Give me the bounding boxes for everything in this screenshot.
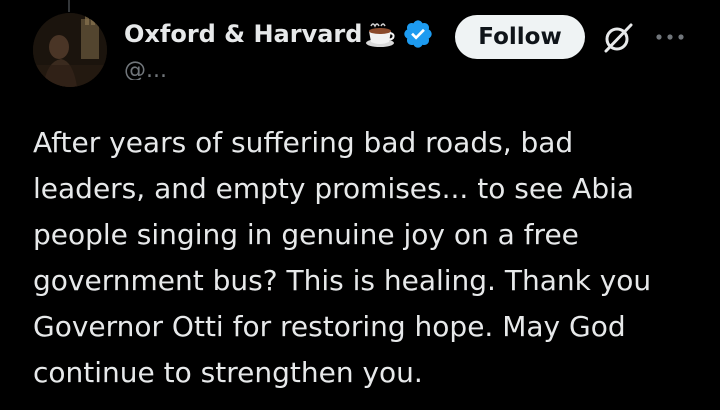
post-text-line: continue to strengthen you. [33, 356, 423, 389]
post-text-line: government bus? This is healing. Thank y… [33, 264, 652, 297]
more-options-icon[interactable] [652, 26, 688, 48]
coffee-cup-icon [366, 23, 396, 47]
avatar-image [33, 13, 107, 87]
post-text: After years of suffering bad roads, bad … [33, 120, 703, 396]
post-text-line: Governor Otti for restoring hope. May Go… [33, 310, 626, 343]
author-display-name[interactable]: Oxford & Harvard [124, 20, 362, 48]
avatar[interactable] [33, 13, 107, 87]
author-name-row[interactable]: Oxford & Harvard [124, 17, 434, 51]
verified-badge-icon[interactable] [402, 18, 434, 50]
post-text-line: After years of suffering bad roads, bad [33, 126, 574, 159]
post-text-line: people singing in genuine joy on a free [33, 218, 579, 251]
grok-icon[interactable] [600, 20, 636, 56]
follow-button[interactable]: Follow [455, 15, 585, 59]
post-text-line: leaders, and empty promises... to see Ab… [33, 172, 635, 205]
thread-connector-line [68, 0, 70, 12]
author-handle[interactable]: @... [124, 58, 167, 80]
